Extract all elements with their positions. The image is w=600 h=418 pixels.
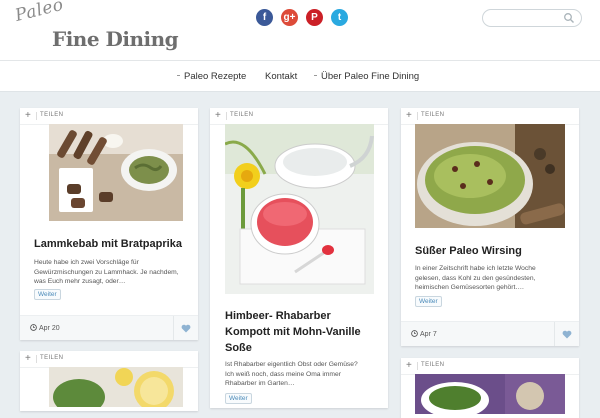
post-excerpt: In einer Zeitschrift habe ich letzte Woc… — [415, 265, 536, 291]
facebook-icon[interactable]: f — [256, 9, 273, 26]
twitter-icon[interactable]: t — [331, 9, 348, 26]
search-input[interactable] — [482, 9, 582, 27]
nav-item-paleo-rezepte[interactable]: Paleo Rezepte — [184, 71, 246, 82]
nav-item-ueber[interactable]: Über Paleo Fine Dining — [321, 71, 419, 82]
card-footer: Apr 20 — [20, 315, 198, 340]
logo-title[interactable]: Fine Dining — [52, 27, 179, 51]
nav-bullet — [177, 75, 180, 76]
read-more-button[interactable]: Weiter — [225, 393, 252, 404]
card-share-bar: + TEILEN — [20, 351, 198, 368]
post-excerpt: Heute habe ich zwei Vorschläge für Gewürz… — [34, 259, 179, 285]
post-image[interactable] — [49, 124, 183, 221]
logo-paleo-text[interactable]: Paleo — [13, 0, 65, 26]
read-more-button[interactable]: Weiter — [34, 289, 61, 300]
card-share-bar: + TEILEN — [401, 108, 579, 125]
google-plus-icon[interactable]: g+ — [281, 9, 298, 26]
post-title[interactable]: Süßer Paleo Wirsing — [415, 243, 522, 259]
plus-icon[interactable]: + — [406, 360, 412, 371]
site-header: Paleo Fine Dining f g+ P t — [0, 0, 600, 61]
post-image[interactable] — [415, 124, 565, 228]
share-link[interactable]: TEILEN — [230, 112, 253, 118]
post-card: + TEILEN Süßer Paleo Wirsing In einer Ze… — [401, 108, 579, 346]
post-title[interactable]: Himbeer- Rhabarber Kompott mit Mohn-Vanil… — [225, 308, 361, 356]
plus-icon[interactable]: + — [215, 110, 221, 121]
like-button[interactable] — [554, 322, 579, 346]
clock-icon — [411, 330, 418, 337]
card-share-bar: + TEILEN — [20, 108, 198, 125]
post-image[interactable] — [225, 124, 374, 294]
card-footer: Apr 7 — [401, 321, 579, 346]
post-date: Apr 7 — [420, 331, 437, 338]
post-image[interactable] — [415, 374, 565, 414]
card-share-bar: + TEILEN — [210, 108, 388, 125]
plus-icon[interactable]: + — [406, 110, 412, 121]
post-title[interactable]: Lammkebab mit Bratpaprika — [34, 236, 182, 252]
share-link[interactable]: TEILEN — [40, 355, 63, 361]
card-share-bar: + TEILEN — [401, 358, 579, 375]
read-more-button[interactable]: Weiter — [415, 296, 442, 307]
clock-icon — [30, 324, 37, 331]
share-link[interactable]: TEILEN — [40, 112, 63, 118]
share-link[interactable]: TEILEN — [421, 362, 444, 368]
post-image[interactable] — [49, 367, 183, 407]
post-card: + TEILEN Himbeer- Rhabarber Kompott mit M… — [210, 108, 388, 408]
nav-item-kontakt[interactable]: Kontakt — [265, 71, 297, 82]
post-card: + TEILEN Lammkebab mit Bratpaprika Heute… — [20, 108, 198, 340]
plus-icon[interactable]: + — [25, 353, 31, 364]
heart-icon — [181, 324, 191, 333]
plus-icon[interactable]: + — [25, 110, 31, 121]
post-excerpt: Ist Rhabarber eigentlich Obst oder Gemüs… — [225, 361, 358, 387]
search-icon[interactable] — [563, 12, 575, 24]
post-card: + TEILEN — [401, 358, 579, 418]
like-button[interactable] — [173, 316, 198, 340]
nav-bullet — [314, 75, 317, 76]
heart-icon — [562, 330, 572, 339]
post-date: Apr 20 — [39, 325, 60, 332]
main-navigation: Paleo Rezepte Kontakt Über Paleo Fine Di… — [0, 61, 600, 92]
pinterest-icon[interactable]: P — [306, 9, 323, 26]
share-link[interactable]: TEILEN — [421, 112, 444, 118]
post-card: + TEILEN — [20, 351, 198, 411]
